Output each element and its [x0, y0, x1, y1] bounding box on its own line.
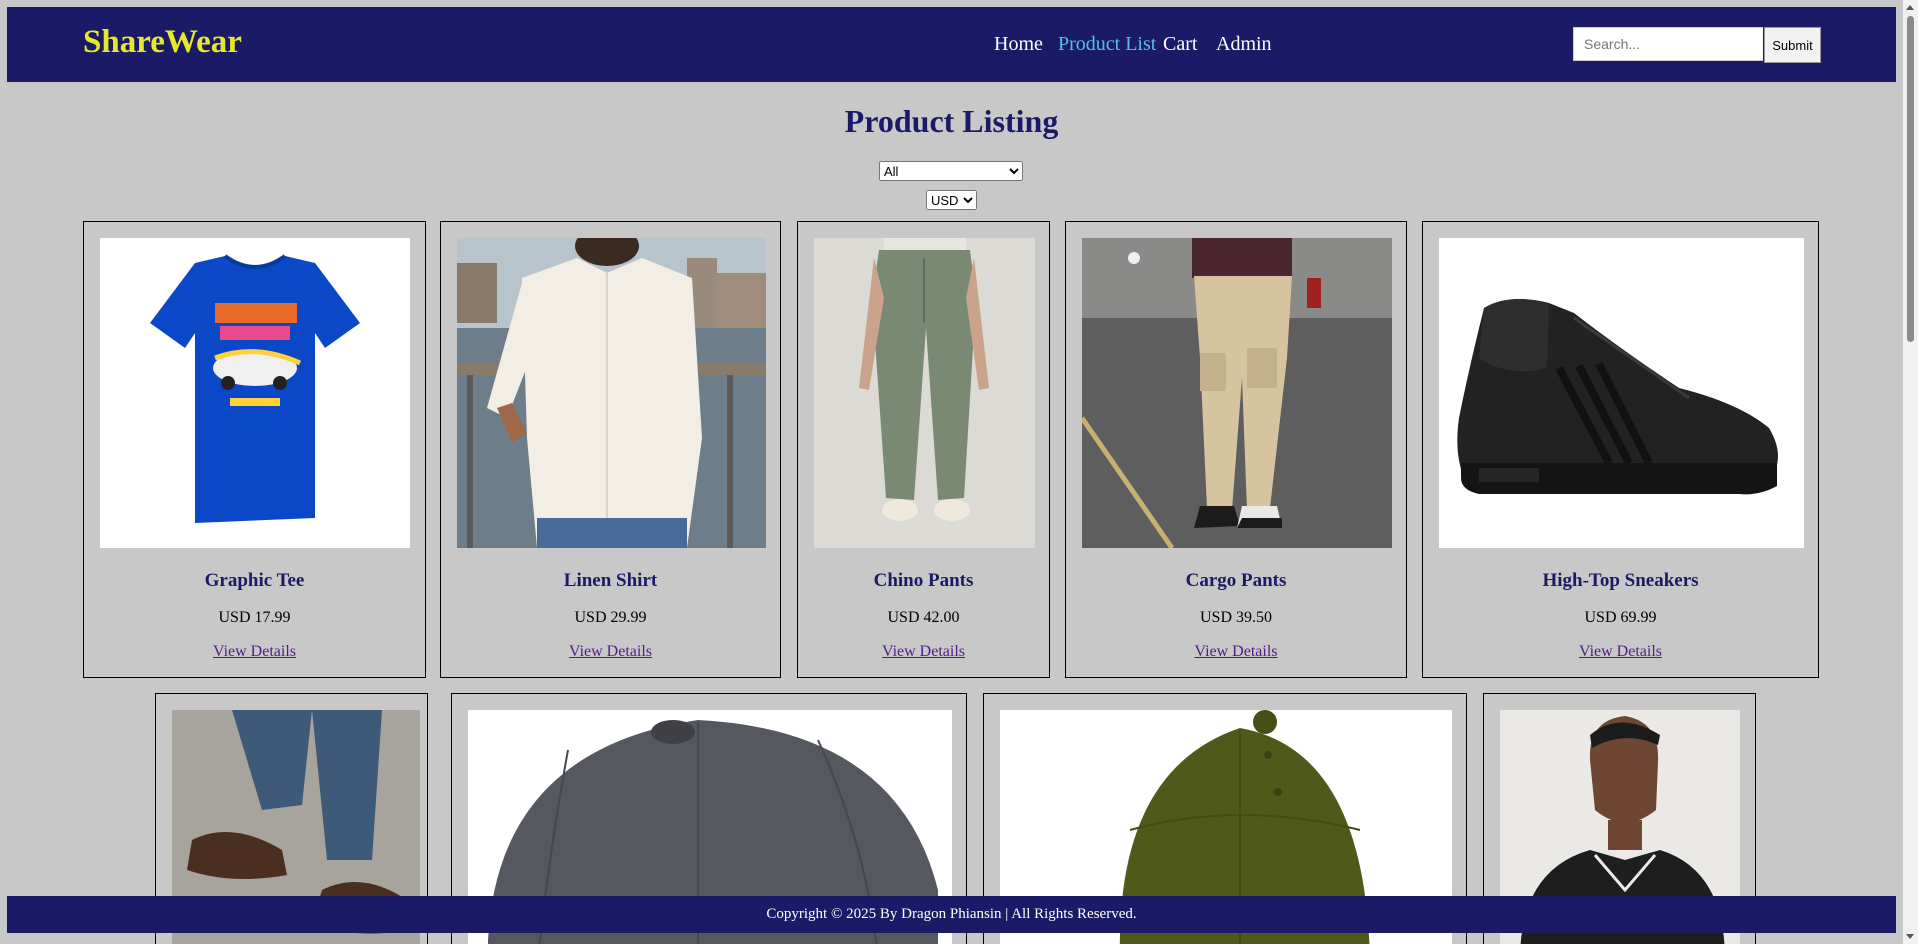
scroll-thumb[interactable]: [1907, 16, 1914, 342]
product-card: Chino Pants USD 42.00 View Details: [797, 221, 1050, 678]
currency-select[interactable]: USD: [926, 190, 977, 210]
navbar: ShareWear Home Product List Cart Admin S…: [7, 7, 1896, 82]
product-card: High-Top Sneakers USD 69.99 View Details: [1422, 221, 1819, 678]
product-name: Graphic Tee: [204, 570, 305, 591]
black-high-top-sneaker-photo: [1457, 299, 1778, 495]
product-image[interactable]: [100, 238, 410, 548]
nav-cart[interactable]: Cart: [1163, 33, 1197, 56]
product-name: High-Top Sneakers: [1542, 570, 1699, 591]
product-name: Linen Shirt: [563, 570, 658, 591]
vertical-scrollbar[interactable]: [1903, 0, 1918, 944]
submit-button[interactable]: Submit: [1764, 27, 1821, 63]
product-price: USD 39.50: [1199, 609, 1272, 626]
product-name: Cargo Pants: [1185, 570, 1287, 591]
product-price: USD 42.00: [887, 609, 960, 626]
view-details-link[interactable]: View Details: [213, 643, 296, 660]
product-price: USD 29.99: [574, 609, 647, 626]
product-image[interactable]: [457, 238, 766, 548]
product-price: USD 17.99: [218, 609, 291, 626]
product-name: Chino Pants: [873, 570, 974, 591]
nav-product-list[interactable]: Product List: [1058, 33, 1156, 56]
product-price: USD 69.99: [1584, 609, 1657, 626]
product-image[interactable]: [814, 238, 1035, 548]
beige-cargo-pants-photo: [1082, 238, 1392, 548]
product-card: Linen Shirt USD 29.99 View Details: [440, 221, 781, 678]
white-linen-shirt-photo: [457, 238, 766, 548]
page: ShareWear Home Product List Cart Admin S…: [7, 7, 1896, 944]
nav-home[interactable]: Home: [994, 33, 1043, 56]
logo[interactable]: ShareWear: [83, 24, 242, 61]
scroll-up-icon[interactable]: [1906, 5, 1914, 10]
category-select[interactable]: All: [879, 161, 1023, 181]
product-card: Graphic Tee USD 17.99 View Details: [83, 221, 426, 678]
product-card: Cargo Pants USD 39.50 View Details: [1065, 221, 1407, 678]
product-image[interactable]: [1439, 238, 1804, 548]
search-input[interactable]: [1573, 27, 1763, 61]
page-title: Product Listing: [844, 103, 1059, 139]
view-details-link[interactable]: View Details: [882, 643, 965, 660]
product-image[interactable]: [1082, 238, 1392, 548]
view-details-link[interactable]: View Details: [1579, 643, 1662, 660]
view-details-link[interactable]: View Details: [1194, 643, 1277, 660]
blue-graphic-tshirt-photo: [150, 254, 360, 523]
sage-chino-pants-photo: [859, 238, 989, 521]
footer: Copyright © 2025 By Dragon Phiansin | Al…: [7, 896, 1896, 933]
view-details-link[interactable]: View Details: [569, 643, 652, 660]
nav-admin[interactable]: Admin: [1216, 33, 1272, 56]
scroll-down-icon[interactable]: [1906, 934, 1914, 939]
